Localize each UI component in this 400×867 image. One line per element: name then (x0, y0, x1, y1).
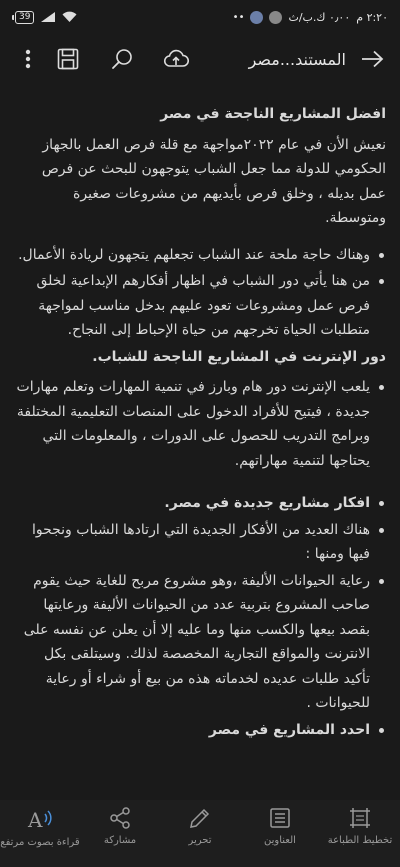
document-body[interactable]: افضل المشاريع الناجحة في مصر نعيش الأن ف… (0, 90, 400, 800)
print-layout-icon (350, 808, 370, 828)
document-title: المستند...مصر (248, 49, 346, 69)
status-right: ٢:٢٠ م ٠٫٠٠ ك.ب/ث •• (232, 10, 388, 24)
read-aloud-button[interactable]: A قراءة بصوت مرتفع (0, 806, 80, 849)
save-disk-icon (57, 48, 79, 70)
list-item: يلعب الإنترنت دور هام وبارز في تنمية الم… (14, 375, 386, 473)
tool-label: تحرير (188, 835, 212, 846)
battery-icon: 39 (12, 10, 35, 24)
more-dots-icon: •• (232, 11, 245, 23)
vertical-dots-icon (25, 49, 31, 69)
app-notification-icon (250, 10, 264, 24)
headings-button[interactable]: العناوين (240, 806, 320, 847)
status-left: 39 (12, 10, 77, 24)
read-aloud-icon: A (27, 808, 52, 832)
tool-label: مشاركة (103, 835, 137, 846)
bottom-toolbar: A قراءة بصوت مرتفع مشاركة تحرير العناوين (0, 800, 400, 867)
network-speed: ٠٫٠٠ ك.ب/ث (288, 10, 351, 24)
list-item-heading: افكار مشاريع جديدة في مصر. (14, 491, 386, 516)
upload-cloud-button[interactable] (156, 39, 196, 79)
list-item: احدد المشاريع في مصر (14, 718, 386, 743)
tool-label: قراءة بصوت مرتفع (0, 837, 80, 848)
section-heading: افضل المشاريع الناجحة في مصر (160, 106, 386, 122)
list-item: رعاية الحيوانات الأليفة ،وهو مشروع مربح … (14, 569, 386, 716)
bullet-list: افكار مشاريع جديدة في مصر. هناك العديد م… (14, 491, 386, 742)
list-item: من هنا يأتي دور الشباب في اظهار أفكارهم … (14, 269, 386, 343)
edit-button[interactable]: تحرير (160, 806, 240, 847)
more-options-button[interactable] (8, 39, 48, 79)
status-bar: 39 ٢:٢٠ م ٠٫٠٠ ك.ب/ث •• (0, 0, 400, 34)
svg-text:A: A (27, 808, 43, 832)
battery-level: 39 (15, 10, 35, 24)
headings-icon (270, 808, 290, 828)
bullet-list: يلعب الإنترنت دور هام وبارز في تنمية الم… (14, 375, 386, 473)
save-button[interactable] (48, 39, 88, 79)
back-button[interactable] (352, 39, 392, 79)
edit-pencil-icon (190, 808, 210, 828)
bullet-list: وهناك حاجة ملحة عند الشباب تجعلهم يتجهون… (14, 243, 386, 343)
share-button[interactable]: مشاركة (80, 806, 160, 847)
app-bar: المستند...مصر (0, 34, 400, 84)
tool-label: تخطيط الطباعة (327, 835, 393, 846)
search-button[interactable] (102, 39, 142, 79)
cloud-upload-icon (163, 49, 189, 67)
print-layout-button[interactable]: تخطيط الطباعة (320, 806, 400, 847)
wifi-icon (62, 11, 77, 23)
section-heading: دور الإنترنت في المشاريع الناجحة للشباب. (92, 348, 386, 365)
list-item: هناك العديد من الأفكار الجديدة التي ارتا… (14, 518, 386, 567)
arrow-right-icon (362, 50, 384, 68)
list-item: وهناك حاجة ملحة عند الشباب تجعلهم يتجهون… (14, 243, 386, 268)
search-icon (112, 49, 132, 69)
vpn-icon (269, 10, 283, 24)
intro-paragraph: نعيش الأن في عام ٢٠٢٢مواجهة مع قلة فرص ا… (41, 136, 386, 227)
clock: ٢:٢٠ م (356, 10, 388, 24)
tool-label: العناوين (264, 835, 296, 846)
share-icon (110, 807, 130, 829)
signal-icon (40, 11, 56, 23)
